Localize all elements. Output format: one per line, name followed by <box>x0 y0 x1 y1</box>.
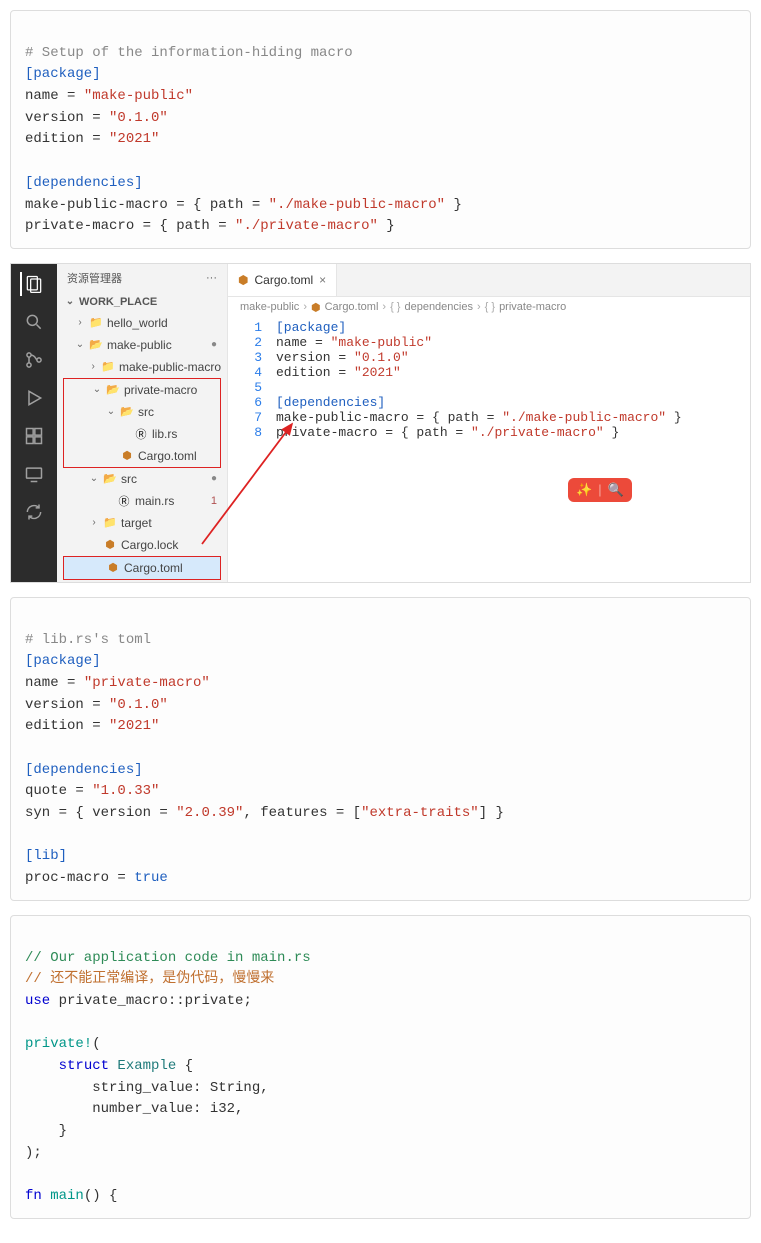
folder-src-1[interactable]: ⌄📂src <box>64 401 220 423</box>
activity-bar <box>11 264 57 582</box>
file-lib-rs[interactable]: Ⓡlib.rs <box>64 423 220 445</box>
folder-private-macro[interactable]: ⌄📂private-macro <box>64 379 220 401</box>
explorer-title: 资源管理器 <box>67 270 122 286</box>
annotation-badge: ✨|🔍 <box>568 478 632 502</box>
wand-icon: ✨ <box>576 482 592 498</box>
file-tree: ⌄WORK_PLACE ›📁hello_world ⌄📂make-public●… <box>57 292 227 582</box>
code-block-cargo-toml-main: # Setup of the information-hiding macro … <box>10 10 751 249</box>
vscode-screenshot: 资源管理器 ··· ⌄WORK_PLACE ›📁hello_world ⌄📂ma… <box>10 263 751 583</box>
comment-line: # Setup of the information-hiding macro <box>25 45 353 61</box>
file-cargo-toml-1[interactable]: ⬢Cargo.toml <box>64 445 220 467</box>
toml-section: [dependencies] <box>25 175 143 191</box>
toml-section: [package] <box>25 66 101 82</box>
extensions-icon[interactable] <box>22 424 46 448</box>
tab-cargo-toml[interactable]: ⬢ Cargo.toml × <box>228 264 337 296</box>
braces-icon: { } <box>390 301 400 313</box>
folder-src-2[interactable]: ⌄📂src● <box>61 468 223 490</box>
magnify-icon: 🔍 <box>608 482 624 498</box>
close-icon[interactable]: × <box>319 273 326 287</box>
file-cargo-toml-2[interactable]: ⬢Cargo.toml <box>64 557 220 579</box>
file-main-rs[interactable]: Ⓡmain.rs1 <box>61 490 223 512</box>
highlight-box-cargo-toml: ⬢Cargo.toml <box>63 556 221 580</box>
code-block-main-rs: // Our application code in main.rs // 还不… <box>10 915 751 1219</box>
more-icon[interactable]: ··· <box>206 272 217 284</box>
braces-icon: { } <box>485 301 495 313</box>
editor-area: ⬢ Cargo.toml × make-public› ⬢Cargo.toml›… <box>228 264 750 582</box>
folder-hello-world[interactable]: ›📁hello_world <box>61 312 223 334</box>
explorer-panel: 资源管理器 ··· ⌄WORK_PLACE ›📁hello_world ⌄📂ma… <box>57 264 228 582</box>
highlight-box-private-macro: ⌄📂private-macro ⌄📂src Ⓡlib.rs ⬢Cargo.tom… <box>63 378 221 468</box>
folder-make-public-macro[interactable]: ›📁make-public-macro <box>61 356 223 378</box>
breadcrumb[interactable]: make-public› ⬢Cargo.toml› { }dependencie… <box>228 297 750 318</box>
tab-bar: ⬢ Cargo.toml × <box>228 264 750 297</box>
comment-line: # lib.rs's toml <box>25 632 151 648</box>
source-control-icon[interactable] <box>22 348 46 372</box>
workspace-root[interactable]: ⌄WORK_PLACE <box>61 292 223 312</box>
tab-label: Cargo.toml <box>254 273 313 287</box>
toml-icon: ⬢ <box>238 273 248 287</box>
explorer-icon[interactable] <box>20 272 46 296</box>
folder-make-public[interactable]: ⌄📂make-public● <box>61 334 223 356</box>
folder-target[interactable]: ›📁target <box>61 512 223 534</box>
comment-line: // Our application code in main.rs <box>25 950 311 966</box>
comment-line: // 还不能正常编译，是伪代码，慢慢来 <box>25 971 274 987</box>
toml-icon: ⬢ <box>311 301 321 314</box>
refresh-icon[interactable] <box>22 500 46 524</box>
code-editor[interactable]: 1[package] 2name = "make-public" 3versio… <box>228 318 750 442</box>
file-cargo-lock[interactable]: ⬢Cargo.lock <box>61 534 223 556</box>
code-block-lib-toml: # lib.rs's toml [package] name = "privat… <box>10 597 751 901</box>
search-icon[interactable] <box>22 310 46 334</box>
run-debug-icon[interactable] <box>22 386 46 410</box>
remote-icon[interactable] <box>22 462 46 486</box>
